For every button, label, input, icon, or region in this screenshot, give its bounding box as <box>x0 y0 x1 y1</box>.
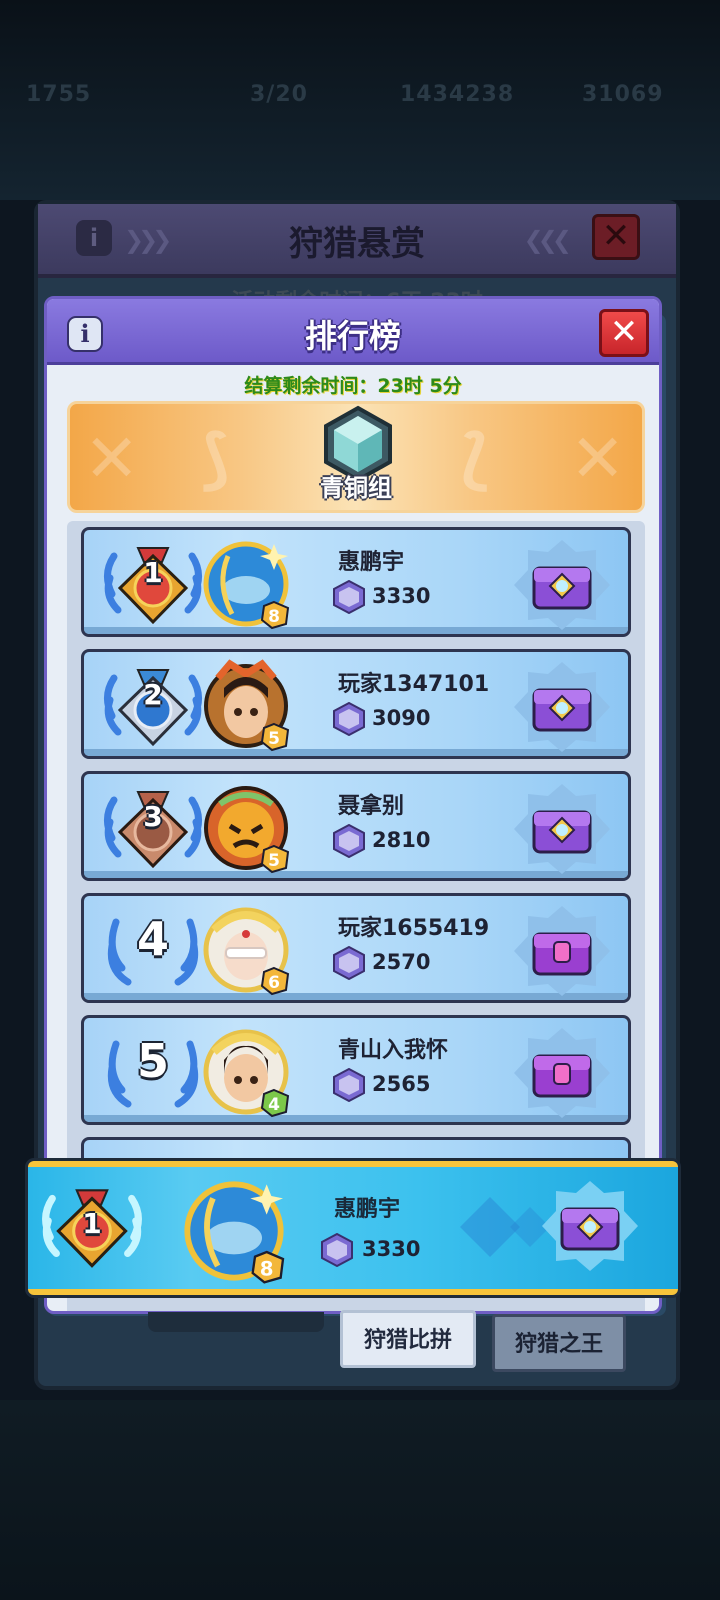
close-button[interactable]: ✕ <box>599 309 649 357</box>
rank-number: 2 <box>143 678 163 711</box>
avatar-level: 8 <box>268 607 280 627</box>
hunt-points-icon <box>333 824 365 858</box>
avatar-level: 5 <box>268 729 280 749</box>
treasure-chest-icon[interactable] <box>512 660 612 754</box>
hud-stat: 31069 <box>582 82 664 107</box>
leaderboard-row[interactable]: 4 6 玩家1655419 2570 <box>81 893 631 1003</box>
player-score: 3090 <box>372 706 431 730</box>
hunt-points-icon <box>333 702 365 736</box>
player-avatar: 4 <box>203 1029 290 1118</box>
player-score: 2565 <box>372 1072 431 1096</box>
game-footer-background <box>0 1400 720 1600</box>
player-score: 2810 <box>372 828 431 852</box>
league-group-name: 青铜组 <box>320 474 392 502</box>
avatar-level: 8 <box>260 1257 274 1280</box>
player-name: 聂拿别 <box>338 794 405 819</box>
panel-title: 狩猎悬赏 <box>289 224 425 264</box>
leaderboard-row[interactable]: 1 8 惠鹏宇 3330 <box>81 527 631 637</box>
hunt-points-icon <box>333 580 365 614</box>
treasure-chest-icon[interactable] <box>540 1177 640 1275</box>
player-name: 玩家1655419 <box>338 916 490 941</box>
treasure-chest-icon[interactable] <box>512 782 612 876</box>
hidden-tab <box>148 1312 324 1332</box>
player-name: 玩家1347101 <box>338 672 490 697</box>
avatar-level: 5 <box>268 851 280 871</box>
hunt-points-icon <box>321 1233 353 1267</box>
tab-hunting-king[interactable]: 狩猎之王 <box>492 1314 626 1372</box>
player-score: 2570 <box>372 950 431 974</box>
avatar-level: 4 <box>268 1095 280 1115</box>
modal-title: 排行榜 <box>304 317 401 355</box>
panel-header: i ❯❯❯ 狩猎悬赏 ❮❮❮ ✕ <box>38 204 676 278</box>
avatar-level: 6 <box>268 973 280 993</box>
my-player-name: 惠鹏宇 <box>334 1197 401 1222</box>
hunt-points-icon <box>333 1068 365 1102</box>
my-avatar: 8 <box>184 1181 285 1284</box>
player-name: 惠鹏宇 <box>338 550 405 575</box>
treasure-chest-icon[interactable] <box>512 904 612 998</box>
player-score: 3330 <box>372 584 431 608</box>
rank-number: 4 <box>136 912 169 966</box>
player-avatar: 5 <box>204 786 290 874</box>
close-icon[interactable]: ✕ <box>592 214 640 260</box>
settlement-timer: 结算剩余时间：23时 5分 <box>244 375 462 397</box>
treasure-chest-icon[interactable] <box>512 538 612 632</box>
leaderboard-row[interactable]: 5 4 青山入我怀 2565 <box>81 1015 631 1125</box>
hud-stat: 3/20 <box>250 82 308 107</box>
player-avatar: 8 <box>203 541 290 630</box>
my-score: 3330 <box>362 1237 421 1261</box>
treasure-chest-icon[interactable] <box>512 1026 612 1120</box>
hud-stat: 1434238 <box>400 82 515 107</box>
rank-number: 1 <box>143 556 163 589</box>
player-avatar: 6 <box>203 907 290 996</box>
my-rank-number: 1 <box>82 1207 102 1240</box>
hunt-points-icon <box>333 946 365 980</box>
modal-header: i 排行榜 ✕ <box>47 299 659 365</box>
rank-number: 3 <box>143 800 163 833</box>
leaderboard-row[interactable]: 3 5 聂拿别 2810 <box>81 771 631 881</box>
tab-hunting-competition[interactable]: 狩猎比拼 <box>340 1310 476 1368</box>
league-banner: ✕ ⟆ ⟅ ✕ 青铜组 <box>67 401 645 513</box>
leaderboard-row[interactable]: 2 5 玩家1347101 3090 <box>81 649 631 759</box>
hud-stat: 1755 <box>26 82 92 107</box>
player-name: 青山入我怀 <box>338 1038 449 1063</box>
arrow-left-icon: ❮❮❮ <box>523 226 572 254</box>
rank-number: 5 <box>136 1034 169 1088</box>
my-rank-row[interactable]: 1 8 惠鹏宇 3330 <box>28 1161 678 1295</box>
player-avatar: 5 <box>204 659 290 752</box>
